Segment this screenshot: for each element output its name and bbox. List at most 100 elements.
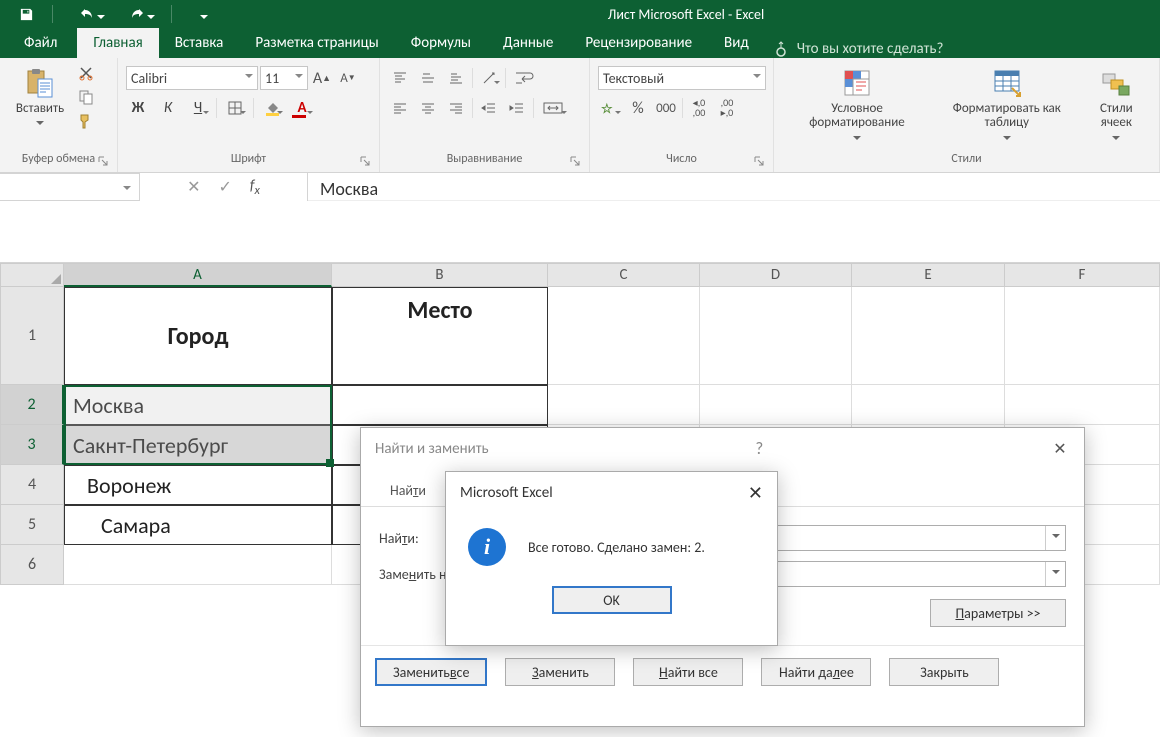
font-launcher[interactable] <box>359 156 371 168</box>
col-header-A[interactable]: A <box>64 263 332 287</box>
cell-F2[interactable] <box>1005 385 1160 425</box>
row-header-5[interactable]: 5 <box>0 505 64 545</box>
shrink-font-icon[interactable]: A▼ <box>336 66 360 90</box>
orientation-icon[interactable] <box>477 66 501 90</box>
fx-icon[interactable]: fx <box>250 177 260 198</box>
col-header-C[interactable]: C <box>548 263 700 287</box>
col-header-F[interactable]: F <box>1005 263 1160 287</box>
grow-font-icon[interactable]: A▲ <box>310 66 334 90</box>
align-bottom-icon[interactable] <box>444 66 468 90</box>
row-header-3[interactable]: 3 <box>0 425 64 465</box>
ribbon-tabs: Файл Главная Вставка Разметка страницы Ф… <box>0 28 1160 58</box>
msgbox-title: Microsoft Excel <box>460 484 553 502</box>
msgbox-close-icon[interactable]: ✕ <box>748 482 763 504</box>
cut-icon[interactable] <box>74 62 98 84</box>
cell-A2[interactable]: Москва <box>64 385 332 425</box>
row-header-6[interactable]: 6 <box>0 545 64 585</box>
replace-all-button[interactable]: Заменить все <box>375 658 487 686</box>
dialog-close-icon[interactable]: ✕ <box>1050 439 1070 459</box>
decrease-indent-icon[interactable] <box>477 96 501 120</box>
cell-A3[interactable]: Сакнт-Петербург <box>64 425 332 465</box>
copy-icon[interactable] <box>74 86 98 108</box>
row-header-2[interactable]: 2 <box>0 385 64 425</box>
font-color-button[interactable]: A <box>290 96 314 120</box>
name-box[interactable] <box>0 173 140 201</box>
number-launcher[interactable] <box>753 156 765 168</box>
tell-me[interactable]: Что вы хотите сделать? <box>775 40 944 58</box>
tab-find[interactable]: Найти <box>375 475 441 506</box>
cell-B1[interactable]: Место <box>332 287 548 385</box>
font-name-combo[interactable]: Calibri <box>126 66 258 90</box>
cell-F1[interactable] <box>1005 287 1160 385</box>
cell-D1[interactable] <box>700 287 852 385</box>
dialog-help-icon[interactable]: ? <box>755 438 763 459</box>
comma-icon[interactable]: 000 <box>654 96 678 120</box>
cell-C2[interactable] <box>548 385 700 425</box>
borders-button[interactable] <box>223 96 247 120</box>
find-next-button[interactable]: Найти далее <box>761 658 871 686</box>
find-all-button[interactable]: Найти все <box>633 658 743 686</box>
clipboard-launcher[interactable] <box>97 156 109 168</box>
col-header-B[interactable]: B <box>332 263 548 287</box>
tab-view[interactable]: Вид <box>708 28 765 58</box>
align-left-icon[interactable] <box>388 96 412 120</box>
align-middle-icon[interactable] <box>416 66 440 90</box>
tab-home[interactable]: Главная <box>77 28 158 58</box>
enter-formula-icon[interactable]: ✓ <box>219 177 232 197</box>
params-button[interactable]: Параметры >> <box>930 599 1066 627</box>
format-as-table-button[interactable]: Форматировать как таблицу <box>934 62 1080 148</box>
decrease-decimal-icon[interactable]: ,00▸,0 <box>715 96 739 120</box>
cell-styles-button[interactable]: Стили ячеек <box>1082 62 1151 148</box>
paste-button[interactable]: Вставить <box>8 62 72 133</box>
align-center-icon[interactable] <box>416 96 440 120</box>
col-header-E[interactable]: E <box>852 263 1005 287</box>
fill-color-button[interactable] <box>260 96 284 120</box>
tab-layout[interactable]: Разметка страницы <box>239 28 394 58</box>
increase-decimal-icon[interactable]: ◂,0,00 <box>687 96 711 120</box>
col-header-D[interactable]: D <box>700 263 852 287</box>
conditional-formatting-button[interactable]: Условное форматирование <box>782 62 932 148</box>
italic-button[interactable]: К <box>156 96 180 120</box>
row-header-4[interactable]: 4 <box>0 465 64 505</box>
tab-review[interactable]: Рецензирование <box>569 28 708 58</box>
merge-center-icon[interactable] <box>538 96 568 120</box>
tab-insert[interactable]: Вставка <box>159 28 240 58</box>
percent-icon[interactable]: % <box>626 96 650 120</box>
undo-button[interactable] <box>65 2 109 26</box>
save-icon[interactable] <box>12 2 40 26</box>
select-all-corner[interactable] <box>0 263 64 287</box>
tab-file[interactable]: Файл <box>4 28 77 58</box>
align-right-icon[interactable] <box>444 96 468 120</box>
close-button[interactable]: Закрыть <box>889 658 999 686</box>
tab-data[interactable]: Данные <box>487 28 569 58</box>
align-top-icon[interactable] <box>388 66 412 90</box>
ok-button[interactable]: OK <box>552 586 672 614</box>
format-painter-icon[interactable] <box>74 110 98 132</box>
replace-button[interactable]: Заменить <box>505 658 615 686</box>
formula-input[interactable]: Москва <box>308 173 1160 201</box>
cell-A4[interactable]: Воронеж <box>64 465 332 505</box>
cell-A6[interactable] <box>64 545 332 585</box>
ribbon: Вставить Буфер обмена Calibri 11 A▲ A▼ Ж… <box>0 58 1160 173</box>
cell-A1[interactable]: Город <box>64 287 332 385</box>
cell-C1[interactable] <box>548 287 700 385</box>
align-launcher[interactable] <box>569 156 581 168</box>
underline-button[interactable]: Ч <box>186 96 210 120</box>
cell-E2[interactable] <box>852 385 1005 425</box>
font-size-combo[interactable]: 11 <box>260 66 308 90</box>
cell-B2[interactable] <box>332 385 548 425</box>
number-format-combo[interactable]: Текстовый <box>598 66 766 90</box>
row-header-1[interactable]: 1 <box>0 287 64 385</box>
tab-formulas[interactable]: Формулы <box>395 28 487 58</box>
increase-indent-icon[interactable] <box>505 96 529 120</box>
cancel-formula-icon[interactable]: ✕ <box>187 177 200 197</box>
wrap-text-icon[interactable] <box>510 66 540 90</box>
bold-button[interactable]: Ж <box>126 96 150 120</box>
accounting-format-icon[interactable]: ☆ <box>598 96 622 120</box>
qat-customize[interactable] <box>184 2 212 26</box>
redo-button[interactable] <box>115 2 159 26</box>
dialog-title: Найти и заменить <box>375 440 489 458</box>
cell-D2[interactable] <box>700 385 852 425</box>
cell-E1[interactable] <box>852 287 1005 385</box>
cell-A5[interactable]: Самара <box>64 505 332 545</box>
